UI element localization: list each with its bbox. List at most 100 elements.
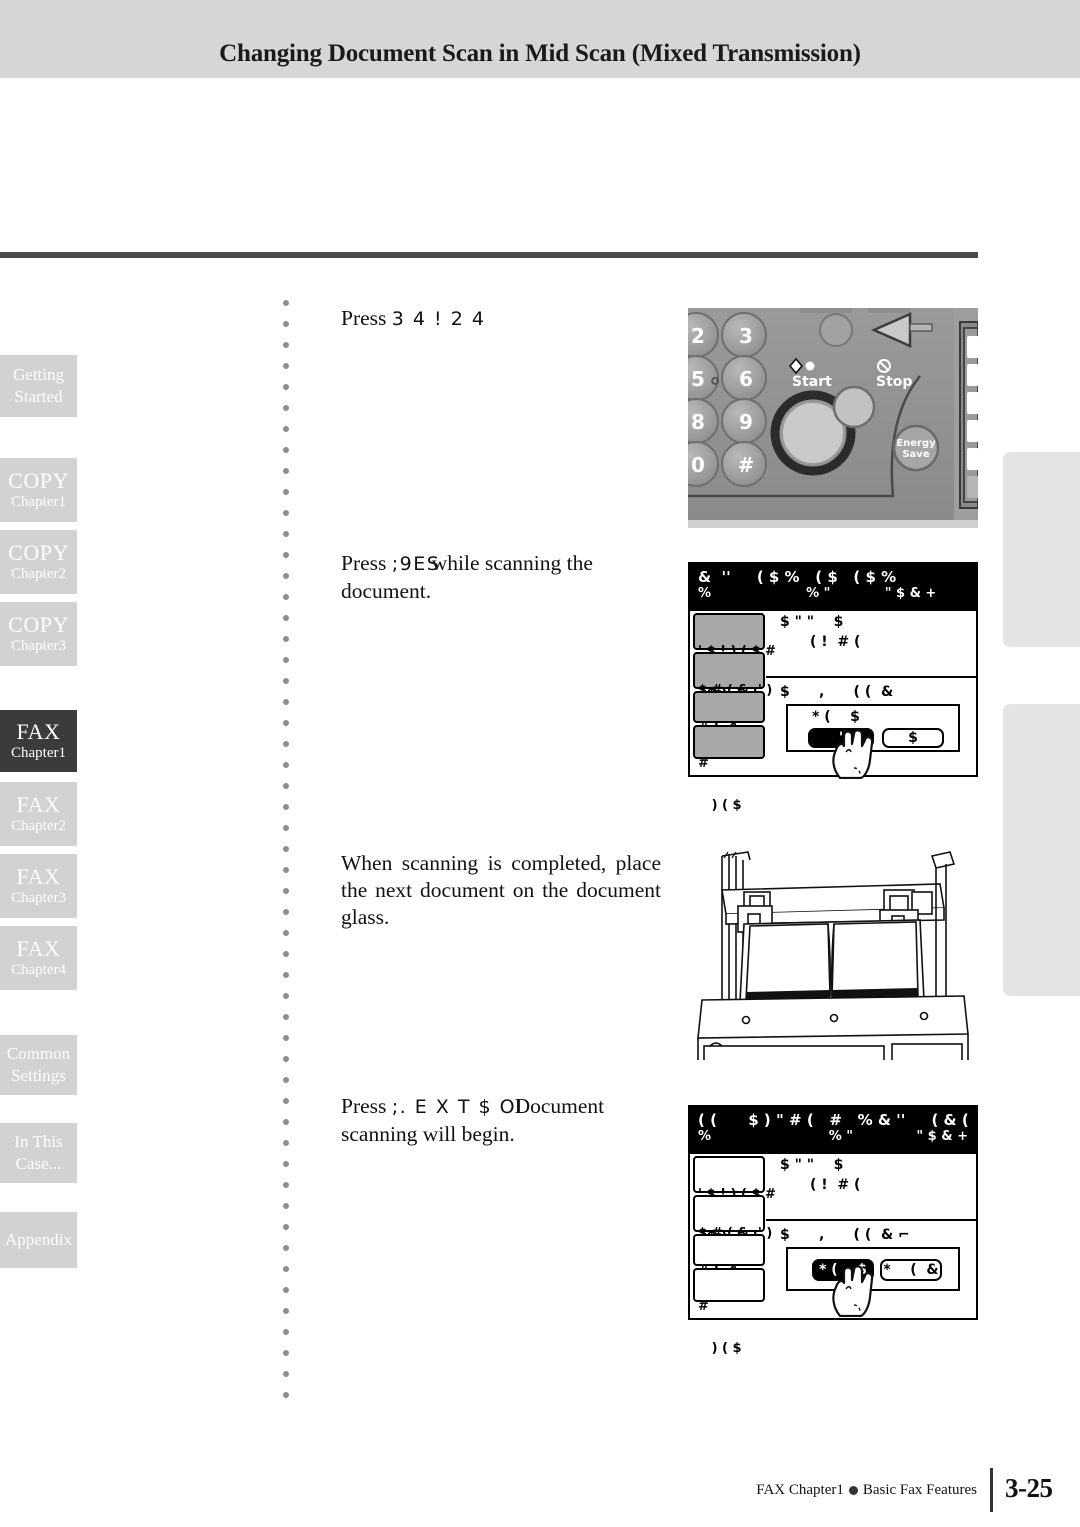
lcd2-divider	[766, 1219, 976, 1221]
lcd1-title-line2: % % " " $ & +	[698, 586, 937, 601]
tab-fax-chapter3-main: FAX	[16, 864, 61, 889]
tab-copy-chapter1-main: COPY	[8, 468, 69, 493]
svg-text:#: #	[738, 453, 755, 477]
lcd2-side-button-1[interactable]: ' $ ! ) ( $ # $ & " !	[693, 1156, 776, 1244]
step-flow-dotted-line	[283, 300, 289, 1410]
lcd1-side-button-1[interactable]: ' $ ! ) ( $ # $ & " !	[693, 613, 776, 701]
figure-document-glass	[688, 850, 978, 1063]
step1-key-label: 3 4 ! 2 4	[391, 308, 486, 330]
step2-tail: document.	[341, 579, 432, 603]
lcd2-title-bar: ( ( $ ) " # ( # % & '' ( & ( % % " " $ &…	[690, 1107, 976, 1154]
page-title: Changing Document Scan in Mid Scan (Mixe…	[219, 40, 861, 67]
tab-getting-started[interactable]: Getting Started	[0, 355, 77, 417]
lcd1-title-line1: & '' ( $ % ( $ ( $ %	[698, 568, 897, 586]
tab-common-settings[interactable]: Common Settings	[0, 1035, 77, 1095]
lcd1-side-button-2[interactable]: $ # ( & ' ) $ & " !	[693, 652, 772, 740]
lcd2-body-label-1: $ " " $	[780, 1157, 844, 1173]
svg-text:Stop: Stop	[876, 374, 912, 390]
step4-key-label: ;. E X T $ OI	[391, 1096, 524, 1118]
tab-fax-chapter4-main: FAX	[16, 936, 61, 961]
tab-getting-started-line2: Started	[14, 387, 63, 406]
lcd1-side-button-3[interactable]: # ! &	[693, 691, 765, 737]
tab-fax-chapter1[interactable]: FAX Chapter1	[0, 710, 77, 772]
step2-lead: Press	[341, 551, 387, 575]
tab-in-this-case-line1: In This	[14, 1132, 63, 1151]
tab-copy-chapter2-main: COPY	[8, 540, 69, 565]
lcd1-dialog-label: * ( $	[812, 709, 860, 725]
lcd2-side-button-4[interactable]: # ) ( $	[693, 1268, 765, 1356]
lcd2-side-button-2[interactable]: $ # ( & ' ) $ & " !	[693, 1195, 772, 1283]
tab-getting-started-line1: Getting	[13, 365, 64, 384]
step-press-document-scanning: Press ;. E X T $ OI Document scanning wi…	[341, 1093, 661, 1148]
step4-trail: Document	[514, 1094, 605, 1118]
tab-copy-chapter3-main: COPY	[8, 612, 69, 637]
tab-copy-chapter3-sub: Chapter3	[11, 638, 66, 654]
tab-copy-chapter2[interactable]: COPY Chapter2	[0, 530, 77, 594]
tab-in-this-case-line2: Case...	[15, 1154, 62, 1173]
lcd1-body-label-1: $ " " $	[780, 614, 844, 630]
figure-lcd-screen-1: & '' ( $ % ( $ ( $ % % % " " $ & + ' $ !…	[688, 562, 978, 813]
pointing-hand-icon	[832, 729, 874, 779]
bullet-icon	[848, 1485, 858, 1495]
tab-fax-chapter2[interactable]: FAX Chapter2	[0, 782, 77, 846]
tab-fax-chapter2-main: FAX	[16, 792, 61, 817]
step1-lead: Press	[341, 306, 387, 330]
svg-text:Save: Save	[902, 449, 929, 460]
svg-text:3: 3	[739, 324, 753, 348]
lcd1-side-button-4-line1: #	[698, 756, 709, 771]
tab-fax-chapter1-main: FAX	[16, 719, 61, 744]
svg-text:6: 6	[739, 367, 753, 391]
svg-text:8: 8	[691, 410, 705, 434]
tab-appendix[interactable]: Appendix	[0, 1212, 77, 1268]
figure-lcd-screen-2: ( ( $ ) " # ( # % & '' ( & ( % % " " $ &…	[688, 1105, 978, 1356]
footer-caption: FAX Chapter1 Basic Fax Features	[756, 1482, 977, 1499]
tab-copy-chapter1[interactable]: COPY Chapter1	[0, 458, 77, 522]
section-divider-rule	[0, 252, 978, 258]
step4-lead: Press	[341, 1094, 387, 1118]
lcd1-prompt: $ , ( ( &	[780, 684, 894, 700]
lcd1-side-button-4-line2: ) ( $	[698, 798, 742, 813]
tab-copy-chapter2-sub: Chapter2	[11, 566, 66, 582]
svg-text:9: 9	[739, 410, 753, 434]
figure-control-panel: 2 3 5 6 8 9 0 # Start Stop Energy Save	[673, 300, 979, 528]
step4-tail: scanning will begin.	[341, 1122, 515, 1146]
footer-divider	[990, 1468, 993, 1512]
page-number: 3-25	[1005, 1473, 1053, 1503]
step-press-start: Press 3 4 ! 2 4	[341, 305, 661, 333]
tab-fax-chapter2-sub: Chapter2	[11, 818, 66, 834]
tab-in-this-case[interactable]: In This Case...	[0, 1123, 77, 1183]
tab-fax-chapter3[interactable]: FAX Chapter3	[0, 854, 77, 918]
lcd2-title-line2: % % " " $ & +	[698, 1129, 969, 1144]
tab-fax-chapter4-sub: Chapter4	[11, 962, 66, 978]
tab-fax-chapter3-sub: Chapter3	[11, 890, 66, 906]
lcd2-button-unselected[interactable]: * ( &	[880, 1259, 942, 1281]
step-press-while-scanning: Press ;9ES while scanning the document.	[341, 550, 661, 605]
tab-common-settings-line1: Common	[6, 1044, 71, 1063]
footer-section: Basic Fax Features	[862, 1482, 977, 1498]
tab-fax-chapter4[interactable]: FAX Chapter4	[0, 926, 77, 990]
lcd2-side-button-4-line1: #	[698, 1299, 709, 1314]
svg-text:0: 0	[691, 453, 705, 477]
tab-copy-chapter3[interactable]: COPY Chapter3	[0, 602, 77, 666]
tab-group-fax-background	[1003, 704, 1080, 996]
pointing-hand-icon	[832, 1265, 874, 1317]
svg-text:2: 2	[691, 324, 705, 348]
lcd1-divider	[766, 676, 976, 678]
lcd2-side-button-3[interactable]: # ! &	[693, 1234, 765, 1280]
lcd2-side-button-4-line2: ) ( $	[698, 1341, 742, 1356]
svg-text:Start: Start	[792, 374, 832, 390]
lcd2-body-label-2: ( ! # (	[810, 1177, 861, 1193]
lcd1-side-button-4[interactable]: # ) ( $	[693, 725, 765, 813]
lcd2-prompt: $ , ( ( & ⌐	[780, 1227, 910, 1243]
tab-common-settings-line2: Settings	[11, 1066, 66, 1085]
tab-copy-chapter1-sub: Chapter1	[11, 494, 66, 510]
tab-group-copy-background	[1003, 452, 1080, 647]
tab-fax-chapter1-sub: Chapter1	[11, 745, 66, 761]
svg-text:5: 5	[691, 367, 705, 391]
step-place-next-document: When scanning is completed, place the ne…	[341, 851, 661, 929]
footer-chapter: FAX Chapter1	[756, 1482, 844, 1498]
tab-appendix-line1: Appendix	[4, 1230, 73, 1249]
lcd1-title-bar: & '' ( $ % ( $ ( $ % % % " " $ & +	[690, 564, 976, 611]
lcd1-button-unselected[interactable]: $	[882, 728, 944, 748]
step2-trail: while scanning the	[431, 551, 593, 575]
